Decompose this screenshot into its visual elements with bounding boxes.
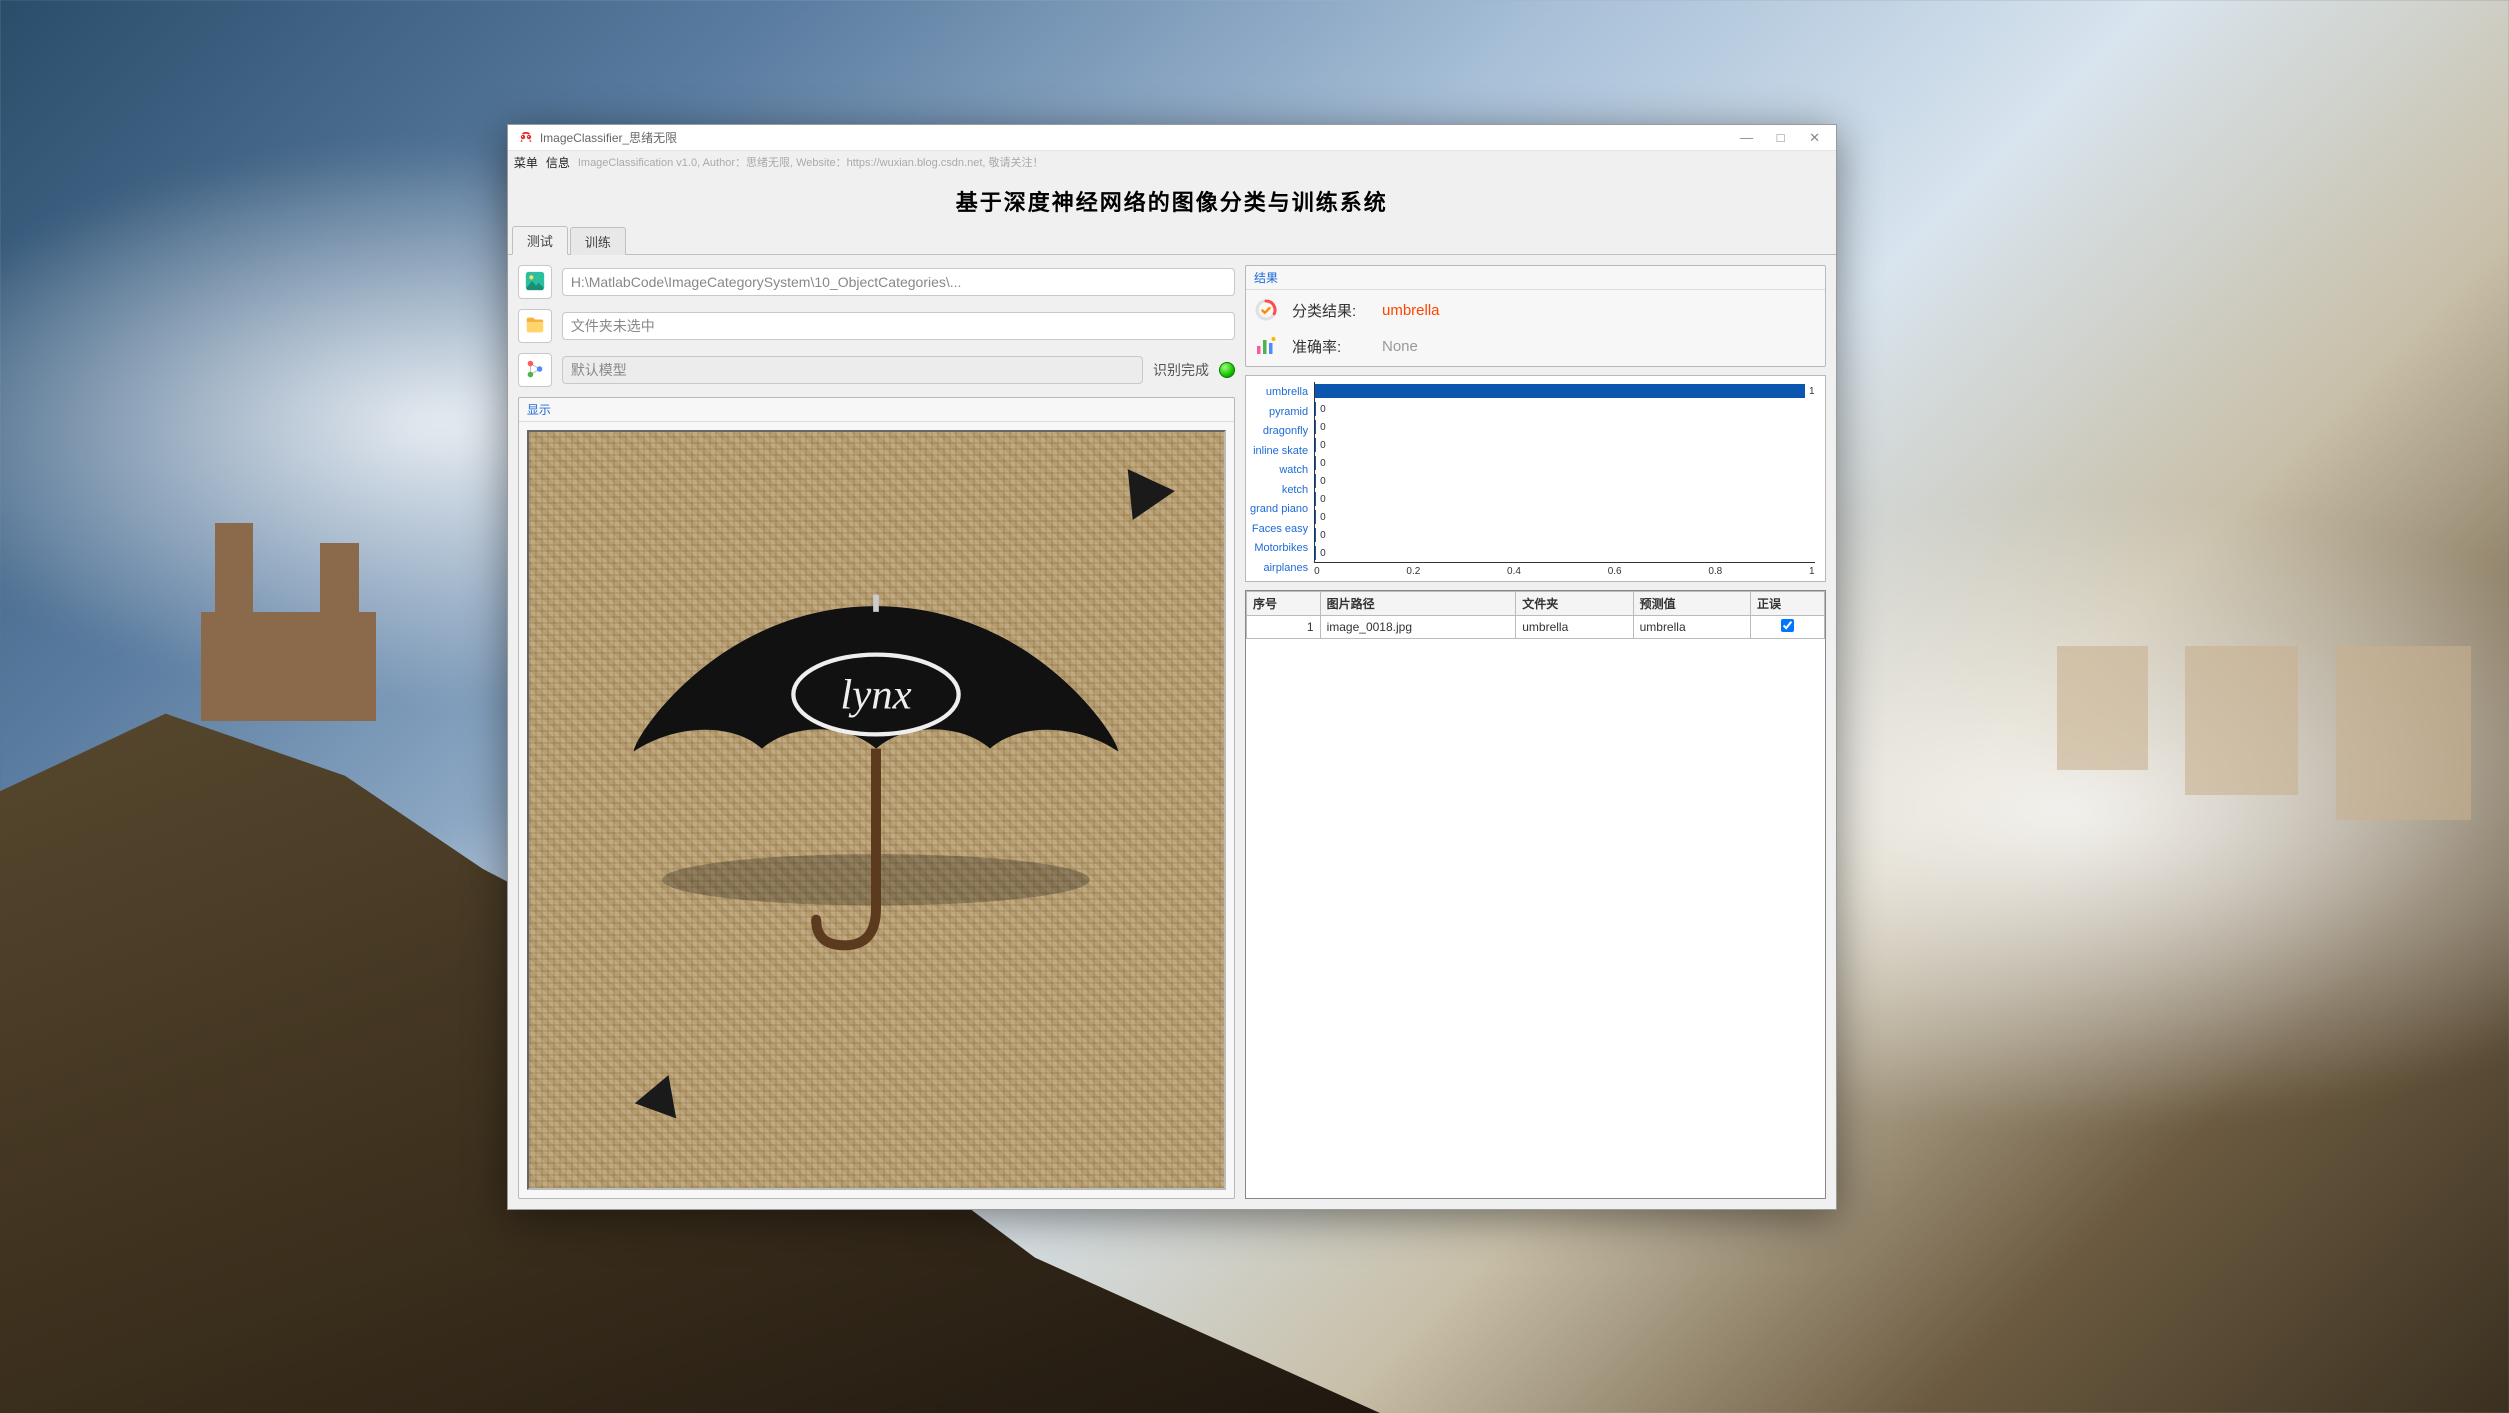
cell-correct xyxy=(1750,616,1824,639)
cell-pred: umbrella xyxy=(1633,616,1750,639)
col-index[interactable]: 序号 xyxy=(1247,592,1321,616)
umbrella-image: lynx xyxy=(591,580,1161,979)
probability-chart: umbrella pyramiddragonfly inline skatewatc… xyxy=(1245,375,1826,582)
result-panel-title: 结果 xyxy=(1246,266,1825,290)
svg-text:lynx: lynx xyxy=(841,671,912,718)
check-gauge-icon xyxy=(1254,298,1278,322)
class-label: 分类结果: xyxy=(1292,300,1368,321)
correct-checkbox[interactable] xyxy=(1781,619,1794,632)
chart-ylabel: ketch xyxy=(1282,481,1308,499)
chart-bar-row: 0 xyxy=(1315,436,1814,454)
image-icon xyxy=(524,270,546,295)
chart-bar-row: 0 xyxy=(1315,472,1814,490)
maximize-button[interactable]: □ xyxy=(1764,127,1798,149)
info-text: ImageClassification v1.0, Author：思绪无限, W… xyxy=(578,154,1044,170)
close-button[interactable]: ✕ xyxy=(1798,127,1832,149)
chart-ylabel: grand piano xyxy=(1250,500,1308,518)
bars-icon xyxy=(1254,334,1278,358)
background-buildings xyxy=(1756,424,2509,919)
accuracy-value: None xyxy=(1382,338,1418,355)
menubar: 菜单 信息 ImageClassification v1.0, Author：思… xyxy=(508,151,1836,173)
titlebar[interactable]: ImageClassifier_思绪无限 — □ ✕ xyxy=(508,125,1836,151)
chart-xtick: 0 xyxy=(1314,566,1320,577)
page-title: 基于深度神经网络的图像分类与训练系统 xyxy=(508,173,1836,227)
chart-bar-row: 1 xyxy=(1315,382,1814,400)
chart-ylabel: watch xyxy=(1279,461,1308,479)
chart-xtick: 1 xyxy=(1809,566,1815,577)
chart-bar-value: 0 xyxy=(1320,512,1326,523)
cell-index: 1 xyxy=(1247,616,1321,639)
chart-ylabel: pyramid xyxy=(1269,403,1308,421)
folder-path-field[interactable]: 文件夹未选中 xyxy=(562,312,1235,340)
tab-bar: 测试 训练 xyxy=(508,227,1836,255)
display-panel-title: 显示 xyxy=(519,398,1234,422)
model-field[interactable]: 默认模型 xyxy=(562,356,1143,384)
chart-bar-value: 0 xyxy=(1320,494,1326,505)
chart-ylabel: airplanes xyxy=(1263,559,1308,577)
accuracy-label: 准确率: xyxy=(1292,336,1368,357)
col-pred[interactable]: 预测值 xyxy=(1633,592,1750,616)
chart-bar-value: 0 xyxy=(1320,476,1326,487)
chart-bar-value: 1 xyxy=(1809,386,1815,397)
chart-ylabel: Faces easy xyxy=(1252,520,1308,538)
window-title: ImageClassifier_思绪无限 xyxy=(540,129,1730,146)
chart-bar-value: 0 xyxy=(1320,458,1326,469)
chart-xtick: 0.2 xyxy=(1406,566,1420,577)
recognition-status: 识别完成 xyxy=(1153,360,1209,380)
app-icon xyxy=(518,130,534,146)
chart-xtick: 0.4 xyxy=(1507,566,1521,577)
chart-xtick: 0.6 xyxy=(1608,566,1622,577)
image-path-field[interactable]: H:\MatlabCode\ImageCategorySystem\10_Obj… xyxy=(562,268,1235,296)
image-preview: lynx xyxy=(527,430,1226,1189)
nodes-icon xyxy=(524,358,546,383)
minimize-button[interactable]: — xyxy=(1730,127,1764,149)
chart-ylabel: umbrella xyxy=(1266,383,1308,401)
menu-item-info[interactable]: 信息 xyxy=(546,154,570,171)
tab-test[interactable]: 测试 xyxy=(512,226,568,255)
chart-bar-row: 0 xyxy=(1315,400,1814,418)
chart-bar-value: 0 xyxy=(1320,404,1326,415)
folder-icon xyxy=(524,314,546,339)
chart-bar-value: 0 xyxy=(1320,422,1326,433)
chart-bar-row: 0 xyxy=(1315,418,1814,436)
select-model-button[interactable] xyxy=(518,353,552,387)
col-path[interactable]: 图片路径 xyxy=(1320,592,1516,616)
chart-bar-row: 0 xyxy=(1315,526,1814,544)
result-panel: 结果 分类结果: umbrella 准确率: None xyxy=(1245,265,1826,367)
col-correct[interactable]: 正误 xyxy=(1750,592,1824,616)
select-image-button[interactable] xyxy=(518,265,552,299)
background-castle xyxy=(201,523,377,721)
chart-bar-row: 0 xyxy=(1315,508,1814,526)
display-panel: 显示 xyxy=(518,397,1235,1198)
tab-train[interactable]: 训练 xyxy=(570,227,626,255)
status-led-icon xyxy=(1219,362,1235,378)
cell-folder: umbrella xyxy=(1516,616,1633,639)
chart-xtick: 0.8 xyxy=(1708,566,1722,577)
chart-ylabel: Motorbikes xyxy=(1254,539,1308,557)
chart-bar-value: 0 xyxy=(1320,440,1326,451)
app-window: ImageClassifier_思绪无限 — □ ✕ 菜单 信息 ImageCl… xyxy=(507,124,1837,1209)
cell-path: image_0018.jpg xyxy=(1320,616,1516,639)
chart-bar-value: 0 xyxy=(1320,548,1326,559)
chart-bar-value: 0 xyxy=(1320,530,1326,541)
chart-bar-row: 0 xyxy=(1315,454,1814,472)
class-value: umbrella xyxy=(1382,302,1440,319)
results-table[interactable]: 序号 图片路径 文件夹 预测值 正误 1image_0018.jpgumbrel… xyxy=(1245,590,1826,1198)
chart-ylabel: inline skate xyxy=(1253,442,1308,460)
chart-bar-row: 0 xyxy=(1315,490,1814,508)
col-folder[interactable]: 文件夹 xyxy=(1516,592,1633,616)
menu-item-menu[interactable]: 菜单 xyxy=(514,154,538,171)
chart-ylabel: dragonfly xyxy=(1263,422,1308,440)
table-row[interactable]: 1image_0018.jpgumbrellaumbrella xyxy=(1247,616,1825,639)
select-folder-button[interactable] xyxy=(518,309,552,343)
chart-bar-row: 0 xyxy=(1315,544,1814,562)
